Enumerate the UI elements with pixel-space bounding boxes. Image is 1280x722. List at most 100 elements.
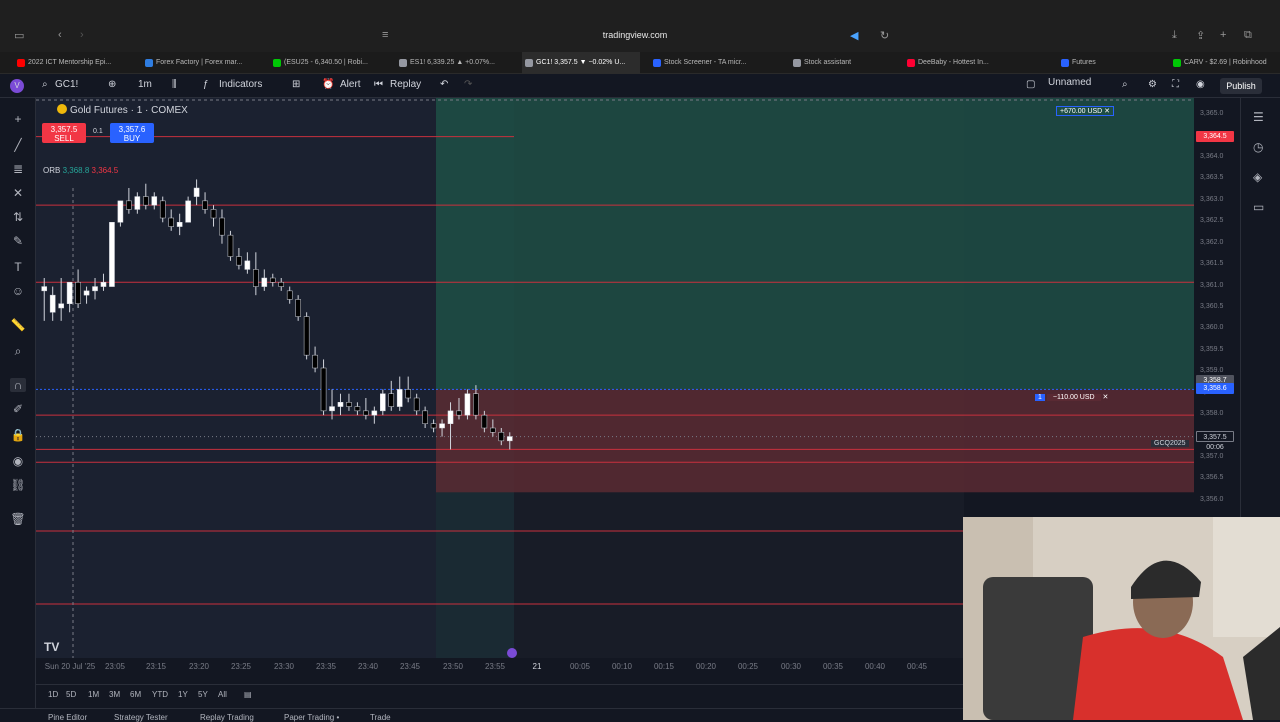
audio-icon[interactable]: ◀: [850, 29, 858, 42]
price-axis[interactable]: 3,365.0 3,364.5 3,364.0 3,363.5 3,363.0 3,362…: [1194, 98, 1240, 518]
range-button[interactable]: All: [218, 690, 227, 699]
panel-tab[interactable]: Trade: [370, 713, 391, 722]
interval-button[interactable]: 1m: [138, 79, 152, 90]
browser-tab[interactable]: Forex Factory | Forex mar...: [142, 52, 260, 74]
search-icon[interactable]: ⌕: [1122, 79, 1128, 90]
layout-icon[interactable]: ▢: [1026, 79, 1035, 90]
panel-tab[interactable]: Paper Trading •: [284, 713, 339, 722]
text-icon[interactable]: T: [10, 260, 26, 274]
eye-icon[interactable]: ◉: [10, 454, 26, 468]
replay-icon[interactable]: ⏮: [374, 79, 383, 90]
price-label: 3,357.0: [1200, 453, 1224, 460]
settings-icon[interactable]: ⚙: [1148, 79, 1157, 90]
candle: [380, 393, 386, 412]
trendline-icon[interactable]: ╱: [10, 138, 26, 152]
panel-tab[interactable]: Replay Trading: [200, 713, 254, 722]
candle: [371, 410, 378, 416]
price-label: 3,356.5: [1200, 474, 1224, 482]
crosshair-icon[interactable]: +: [10, 112, 26, 126]
fib-icon[interactable]: ≣: [10, 162, 26, 176]
alert-button[interactable]: Alert: [340, 79, 361, 90]
magnet-icon[interactable]: ∩: [10, 378, 26, 392]
share-icon[interactable]: ⇪: [1196, 29, 1205, 42]
browser-tab[interactable]: Stock Screener - TA micr...: [650, 52, 780, 74]
buy-label: BUY: [123, 134, 141, 143]
range-button[interactable]: 5Y: [198, 690, 208, 699]
candle: [354, 406, 361, 412]
compare-icon[interactable]: ⊕: [108, 79, 116, 90]
range-button[interactable]: 5D: [66, 690, 76, 699]
browser-chrome: ▭ ‹ › ≡ tradingview.com ◀ ↻ ⤓ ⇪ + ⧉: [0, 0, 1280, 52]
replay-cursor-icon: [507, 648, 517, 658]
avatar[interactable]: V: [10, 79, 24, 93]
candle: [481, 414, 488, 429]
range-button[interactable]: 6M: [130, 690, 141, 699]
range-button[interactable]: 3M: [109, 690, 120, 699]
range-button[interactable]: 1D: [48, 690, 58, 699]
emoji-icon[interactable]: ☺: [10, 284, 26, 298]
range-button[interactable]: YTD: [152, 690, 168, 699]
candle-type-icon[interactable]: ⫼: [172, 79, 177, 90]
browser-tab[interactable]: Stock assistant: [790, 52, 898, 74]
replay-button[interactable]: Replay: [390, 79, 421, 90]
link-icon[interactable]: ⛓: [10, 478, 26, 492]
orb-indicator-legend[interactable]: ORB 3,368.8 3,364.5: [43, 166, 118, 175]
sell-button[interactable]: 3,357.5 SELL: [42, 123, 86, 143]
alerts-clock-icon[interactable]: ◷: [1253, 140, 1263, 154]
browser-tab[interactable]: ES1! 6,339.25 ▲ +0.07%...: [396, 52, 514, 74]
address-bar[interactable]: tradingview.com: [560, 30, 710, 40]
candle: [236, 256, 242, 266]
zoom-icon[interactable]: ⌕: [10, 344, 26, 359]
stop-loss-zone: [436, 389, 1194, 493]
range-button[interactable]: 1M: [88, 690, 99, 699]
symbol-search-icon[interactable]: ⌕: [42, 79, 48, 90]
browser-tab[interactable]: 2022 ICT Mentorship Epi...: [14, 52, 134, 74]
layout-name[interactable]: Unnamed: [1048, 77, 1091, 88]
new-tab-icon[interactable]: +: [1220, 29, 1226, 41]
browser-tab[interactable]: GC1! 3,357.5 ▼ −0.02% U...: [522, 52, 640, 74]
publish-button[interactable]: Publish: [1220, 78, 1262, 94]
candle: [159, 200, 166, 219]
camera-icon[interactable]: ◉: [1196, 79, 1205, 90]
alert-icon[interactable]: ⏰: [322, 79, 334, 90]
lock-icon[interactable]: 🔒: [10, 428, 26, 442]
panel-tab[interactable]: Pine Editor: [48, 713, 87, 722]
sidebar-toggle-icon[interactable]: ▭: [14, 29, 24, 42]
templates-icon[interactable]: ⊞: [292, 79, 300, 90]
date-range-icon[interactable]: ▤: [244, 690, 252, 699]
download-icon[interactable]: ⤓: [1172, 29, 1177, 42]
watchlist-icon[interactable]: ☰: [1253, 110, 1264, 124]
buy-button[interactable]: 3,357.6 BUY: [110, 123, 154, 143]
candle: [202, 200, 208, 210]
reload-icon[interactable]: ↻: [880, 29, 889, 42]
brush-icon[interactable]: ✎: [10, 234, 26, 248]
ruler-icon[interactable]: 📏: [10, 318, 26, 332]
lock-drawing-icon[interactable]: ✐: [10, 402, 26, 416]
browser-tab[interactable]: Futures: [1058, 52, 1158, 74]
position-label[interactable]: 1 −110.00 USD ✕: [1032, 393, 1111, 401]
browser-tab[interactable]: (ESU25 - 6,340.50 | Robi...: [270, 52, 388, 74]
range-button[interactable]: 1Y: [178, 690, 188, 699]
chat-icon[interactable]: ▭: [1253, 200, 1264, 214]
forward-icon[interactable]: ›: [80, 29, 84, 41]
pattern-icon[interactable]: ✕: [10, 186, 26, 200]
forecast-icon[interactable]: ⇅: [10, 210, 26, 224]
take-profit-label[interactable]: +670.00 USD ✕: [1056, 106, 1115, 116]
tab-label: Forex Factory | Forex mar...: [156, 59, 243, 66]
undo-icon[interactable]: ↶: [440, 79, 448, 90]
order-qty[interactable]: 0.1: [93, 128, 103, 135]
indicators-icon[interactable]: ƒ: [203, 79, 209, 90]
back-icon[interactable]: ‹: [58, 29, 62, 41]
trash-icon[interactable]: 🗑: [10, 512, 26, 526]
reader-icon[interactable]: ≡: [382, 29, 388, 41]
layers-icon[interactable]: ◈: [1253, 170, 1262, 184]
fullscreen-icon[interactable]: ⛶: [1172, 79, 1179, 90]
panel-tab[interactable]: Strategy Tester: [114, 713, 168, 722]
tab-overview-icon[interactable]: ⧉: [1244, 29, 1252, 42]
browser-tab[interactable]: DeeBaby - Hottest In...: [904, 52, 1054, 74]
browser-tab[interactable]: CARV - $2.69 | Robinhood: [1170, 52, 1280, 74]
candle: [58, 303, 64, 309]
redo-icon[interactable]: ↷: [464, 79, 472, 90]
symbol-name[interactable]: GC1!: [55, 79, 78, 90]
indicators-button[interactable]: Indicators: [219, 79, 262, 90]
